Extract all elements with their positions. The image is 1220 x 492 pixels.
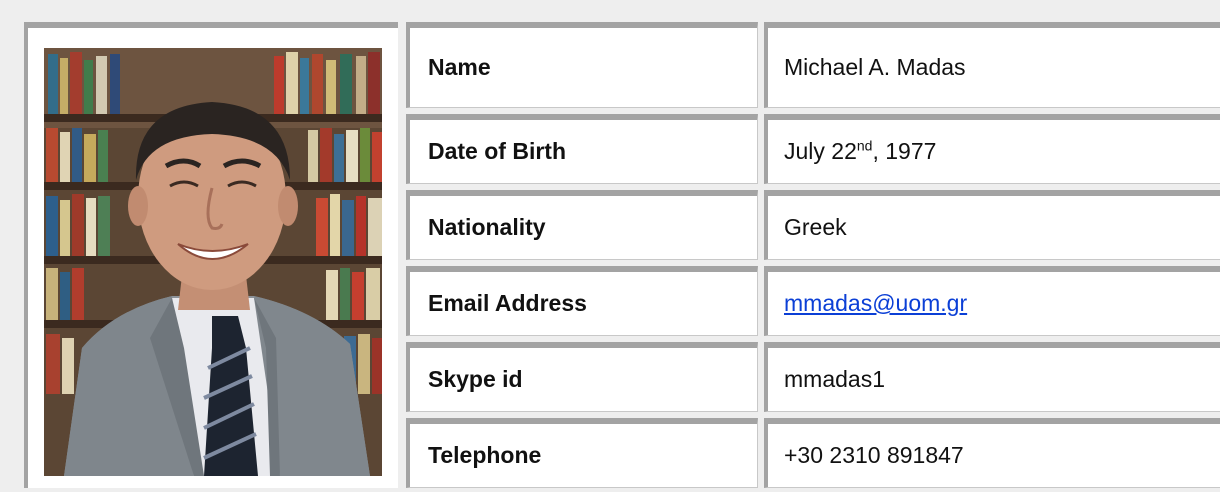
profile-photo-image	[44, 48, 382, 476]
label-email-address: Email Address	[406, 266, 758, 336]
value-nationality-text: Greek	[784, 214, 847, 240]
label-name-text: Name	[428, 54, 491, 80]
label-date-of-birth-text: Date of Birth	[428, 138, 566, 164]
label-date-of-birth: Date of Birth	[406, 114, 758, 184]
label-email-address-text: Email Address	[428, 290, 587, 316]
dob-ordinal: nd	[856, 137, 873, 154]
value-email-address: mmadas@uom.gr	[764, 266, 1220, 336]
label-nationality-text: Nationality	[428, 214, 546, 240]
label-telephone: Telephone	[406, 418, 758, 488]
value-name-text: Michael A. Madas	[784, 54, 966, 80]
profile-table: Name Michael A. Madas Date of Birth July…	[8, 8, 1220, 492]
dob-suffix: , 1977	[872, 138, 937, 164]
value-name: Michael A. Madas	[764, 22, 1220, 108]
label-name: Name	[406, 22, 758, 108]
profile-photo	[44, 48, 382, 476]
value-nationality: Greek	[764, 190, 1220, 260]
dob-prefix: July 22	[784, 138, 857, 164]
label-skype-id: Skype id	[406, 342, 758, 412]
value-telephone-text: +30 2310 891847	[784, 442, 964, 468]
value-skype-id-text: mmadas1	[784, 366, 885, 392]
photo-cell	[24, 22, 398, 488]
label-skype-id-text: Skype id	[428, 366, 523, 392]
email-link[interactable]: mmadas@uom.gr	[784, 290, 967, 317]
value-date-of-birth-text: July 22nd, 1977	[784, 138, 936, 165]
value-date-of-birth: July 22nd, 1977	[764, 114, 1220, 184]
value-telephone: +30 2310 891847	[764, 418, 1220, 488]
label-telephone-text: Telephone	[428, 442, 542, 468]
label-nationality: Nationality	[406, 190, 758, 260]
value-skype-id: mmadas1	[764, 342, 1220, 412]
